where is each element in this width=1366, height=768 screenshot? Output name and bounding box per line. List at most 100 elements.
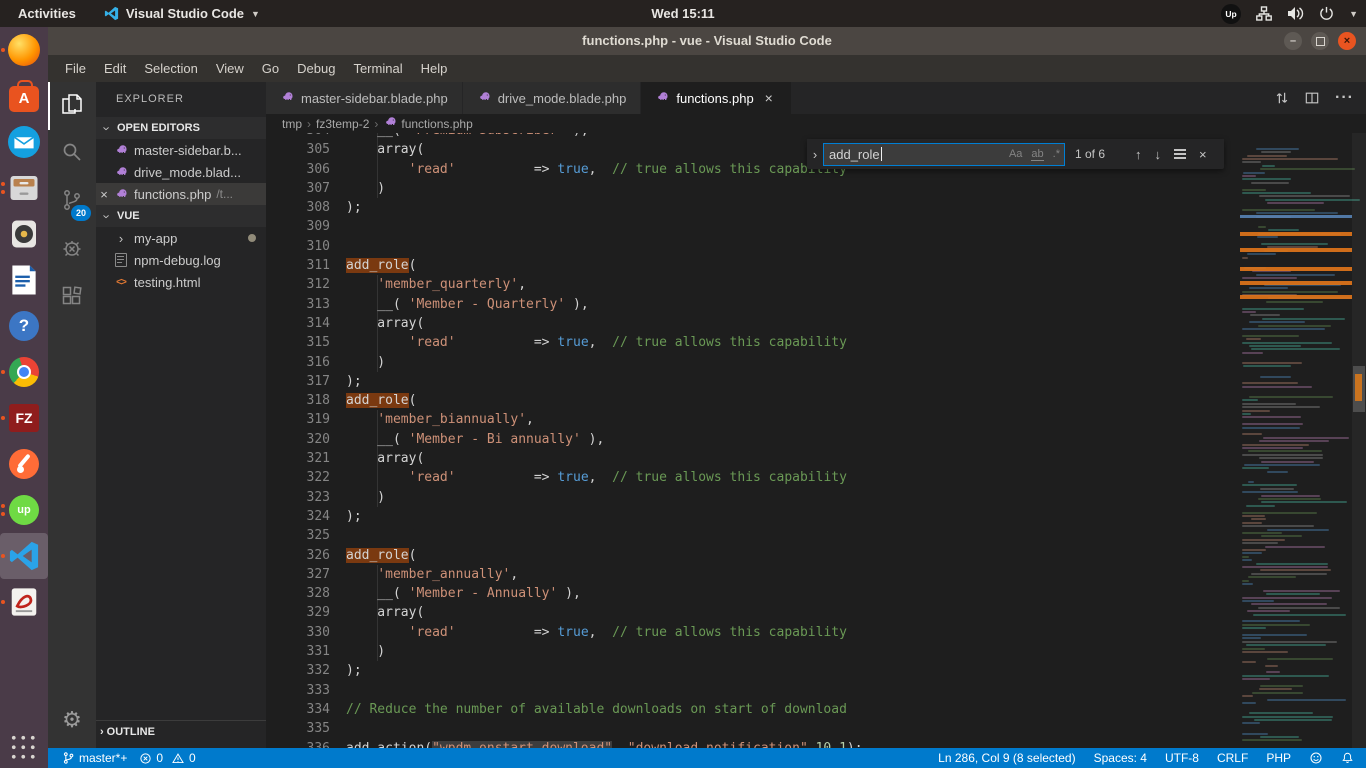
filezilla-dock-icon[interactable]: FZ: [0, 395, 48, 441]
code-line[interactable]: 324);: [266, 507, 1240, 526]
code-line[interactable]: 336add_action("wpdm_onstart_download", "…: [266, 739, 1240, 749]
code-line[interactable]: 315 'read' => true, // true allows this …: [266, 333, 1240, 352]
media-player-dock-icon[interactable]: [0, 211, 48, 257]
activities-button[interactable]: Activities: [0, 0, 94, 27]
cursor-position-status[interactable]: Ln 286, Col 9 (8 selected): [938, 751, 1075, 765]
menu-view[interactable]: View: [207, 55, 253, 82]
close-tab-icon[interactable]: ×: [761, 90, 777, 106]
code-line[interactable]: 332);: [266, 661, 1240, 680]
code-line[interactable]: 318add_role(: [266, 391, 1240, 410]
eol-status[interactable]: CRLF: [1217, 751, 1248, 765]
code-line[interactable]: 321 array(: [266, 449, 1240, 468]
code-line[interactable]: 312 'member_quarterly',: [266, 275, 1240, 294]
project-section-header[interactable]: › VUE: [96, 205, 266, 227]
open-editor-item[interactable]: master-sidebar.b...: [96, 139, 266, 161]
language-status[interactable]: PHP: [1266, 751, 1291, 765]
open-changes-icon[interactable]: [1275, 91, 1289, 105]
find-in-selection-icon[interactable]: [1174, 149, 1186, 151]
code-line[interactable]: 309: [266, 217, 1240, 236]
activity-explorer[interactable]: [48, 82, 96, 130]
breadcrumb-segment[interactable]: functions.php: [383, 117, 472, 131]
close-icon[interactable]: ×: [96, 187, 112, 202]
code-line[interactable]: 314 array(: [266, 314, 1240, 333]
encoding-status[interactable]: UTF-8: [1165, 751, 1199, 765]
code-line[interactable]: 330 'read' => true, // true allows this …: [266, 623, 1240, 642]
code-line[interactable]: 313 __( 'Member - Quarterly' ),: [266, 295, 1240, 314]
activity-extensions[interactable]: [48, 274, 96, 322]
help-dock-icon[interactable]: ?: [0, 303, 48, 349]
code-line[interactable]: 335: [266, 719, 1240, 738]
code-line[interactable]: 308);: [266, 198, 1240, 217]
activity-source-control[interactable]: 20: [48, 178, 96, 226]
app-menu[interactable]: Visual Studio Code ▼: [94, 0, 270, 27]
network-icon[interactable]: [1256, 6, 1272, 21]
code-line[interactable]: 334// Reduce the number of available dow…: [266, 700, 1240, 719]
code-line[interactable]: 317);: [266, 372, 1240, 391]
system-menu-chevron-icon[interactable]: ▼: [1349, 9, 1358, 19]
menu-terminal[interactable]: Terminal: [344, 55, 411, 82]
menu-go[interactable]: Go: [253, 55, 288, 82]
code-line[interactable]: 310: [266, 237, 1240, 256]
code-area[interactable]: 304 __( 'Premium Subscriber' ),305 array…: [266, 133, 1240, 748]
regex-icon[interactable]: .*: [1053, 148, 1060, 160]
postman-dock-icon[interactable]: [0, 441, 48, 487]
minimize-button[interactable]: –: [1284, 32, 1302, 50]
notifications-bell-icon[interactable]: [1341, 751, 1354, 765]
code-line[interactable]: 316 ): [266, 353, 1240, 372]
thunderbird-dock-icon[interactable]: [0, 119, 48, 165]
match-case-icon[interactable]: Aa: [1009, 148, 1022, 160]
branch-status[interactable]: master*+: [62, 751, 127, 765]
open-editors-header[interactable]: › OPEN EDITORS: [96, 117, 266, 139]
toggle-replace-chevron-icon[interactable]: ›: [807, 147, 823, 162]
menu-edit[interactable]: Edit: [95, 55, 135, 82]
code-line[interactable]: 329 array(: [266, 603, 1240, 622]
code-line[interactable]: 320 __( 'Member - Bi annually' ),: [266, 430, 1240, 449]
project-item-npm-debug-log[interactable]: npm-debug.log: [96, 249, 266, 271]
close-find-icon[interactable]: ×: [1199, 147, 1207, 162]
upwork-dock-icon[interactable]: up: [0, 487, 48, 533]
menu-help[interactable]: Help: [412, 55, 457, 82]
whole-word-icon[interactable]: ab: [1031, 148, 1043, 161]
project-item-testing-html[interactable]: <>testing.html: [96, 271, 266, 293]
chrome-dock-icon[interactable]: [0, 349, 48, 395]
code-line[interactable]: 325: [266, 526, 1240, 545]
project-item-my-app[interactable]: ›my-app: [96, 227, 266, 249]
open-editor-item[interactable]: ×functions.php/t...: [96, 183, 266, 205]
next-match-icon[interactable]: ↓: [1155, 147, 1162, 162]
firefox-dock-icon[interactable]: [0, 27, 48, 73]
indentation-status[interactable]: Spaces: 4: [1094, 751, 1147, 765]
tab-master-sidebar-blade-php[interactable]: master-sidebar.blade.php: [266, 82, 463, 114]
ubuntu-software-dock-icon[interactable]: A: [0, 73, 48, 119]
code-line[interactable]: 333: [266, 681, 1240, 700]
power-icon[interactable]: [1319, 6, 1334, 21]
show-applications-button[interactable]: [10, 734, 37, 761]
code-line[interactable]: 307 ): [266, 179, 1240, 198]
close-button[interactable]: ×: [1338, 32, 1356, 50]
maximize-button[interactable]: [1311, 32, 1329, 50]
upwork-tray-icon[interactable]: Up: [1221, 4, 1241, 24]
minimap[interactable]: [1240, 133, 1352, 748]
breadcrumb-segment[interactable]: tmp: [282, 117, 302, 131]
split-editor-icon[interactable]: [1305, 91, 1319, 105]
file-manager-dock-icon[interactable]: [0, 165, 48, 211]
document-viewer-dock-icon[interactable]: [0, 579, 48, 625]
libreoffice-writer-dock-icon[interactable]: [0, 257, 48, 303]
code-line[interactable]: 328 __( 'Member - Annually' ),: [266, 584, 1240, 603]
code-line[interactable]: 327 'member_annually',: [266, 565, 1240, 584]
find-input[interactable]: add_role Aa ab .*: [823, 143, 1065, 166]
feedback-smiley-icon[interactable]: [1309, 751, 1323, 765]
previous-match-icon[interactable]: ↑: [1135, 147, 1142, 162]
tab-functions-php[interactable]: functions.php×: [641, 82, 791, 114]
code-line[interactable]: 326add_role(: [266, 546, 1240, 565]
problems-status[interactable]: 0 0: [139, 751, 195, 765]
activity-search[interactable]: [48, 130, 96, 178]
breadcrumb-segment[interactable]: fz3temp-2: [316, 117, 369, 131]
code-line[interactable]: 311add_role(: [266, 256, 1240, 275]
code-line[interactable]: 319 'member_biannually',: [266, 410, 1240, 429]
activity-debug[interactable]: [48, 226, 96, 274]
outline-section-header[interactable]: › OUTLINE: [96, 720, 266, 743]
open-editor-item[interactable]: drive_mode.blad...: [96, 161, 266, 183]
code-line[interactable]: 322 'read' => true, // true allows this …: [266, 468, 1240, 487]
vscode-dock-icon[interactable]: [0, 533, 48, 579]
settings-gear-icon[interactable]: ⚙: [48, 700, 96, 740]
